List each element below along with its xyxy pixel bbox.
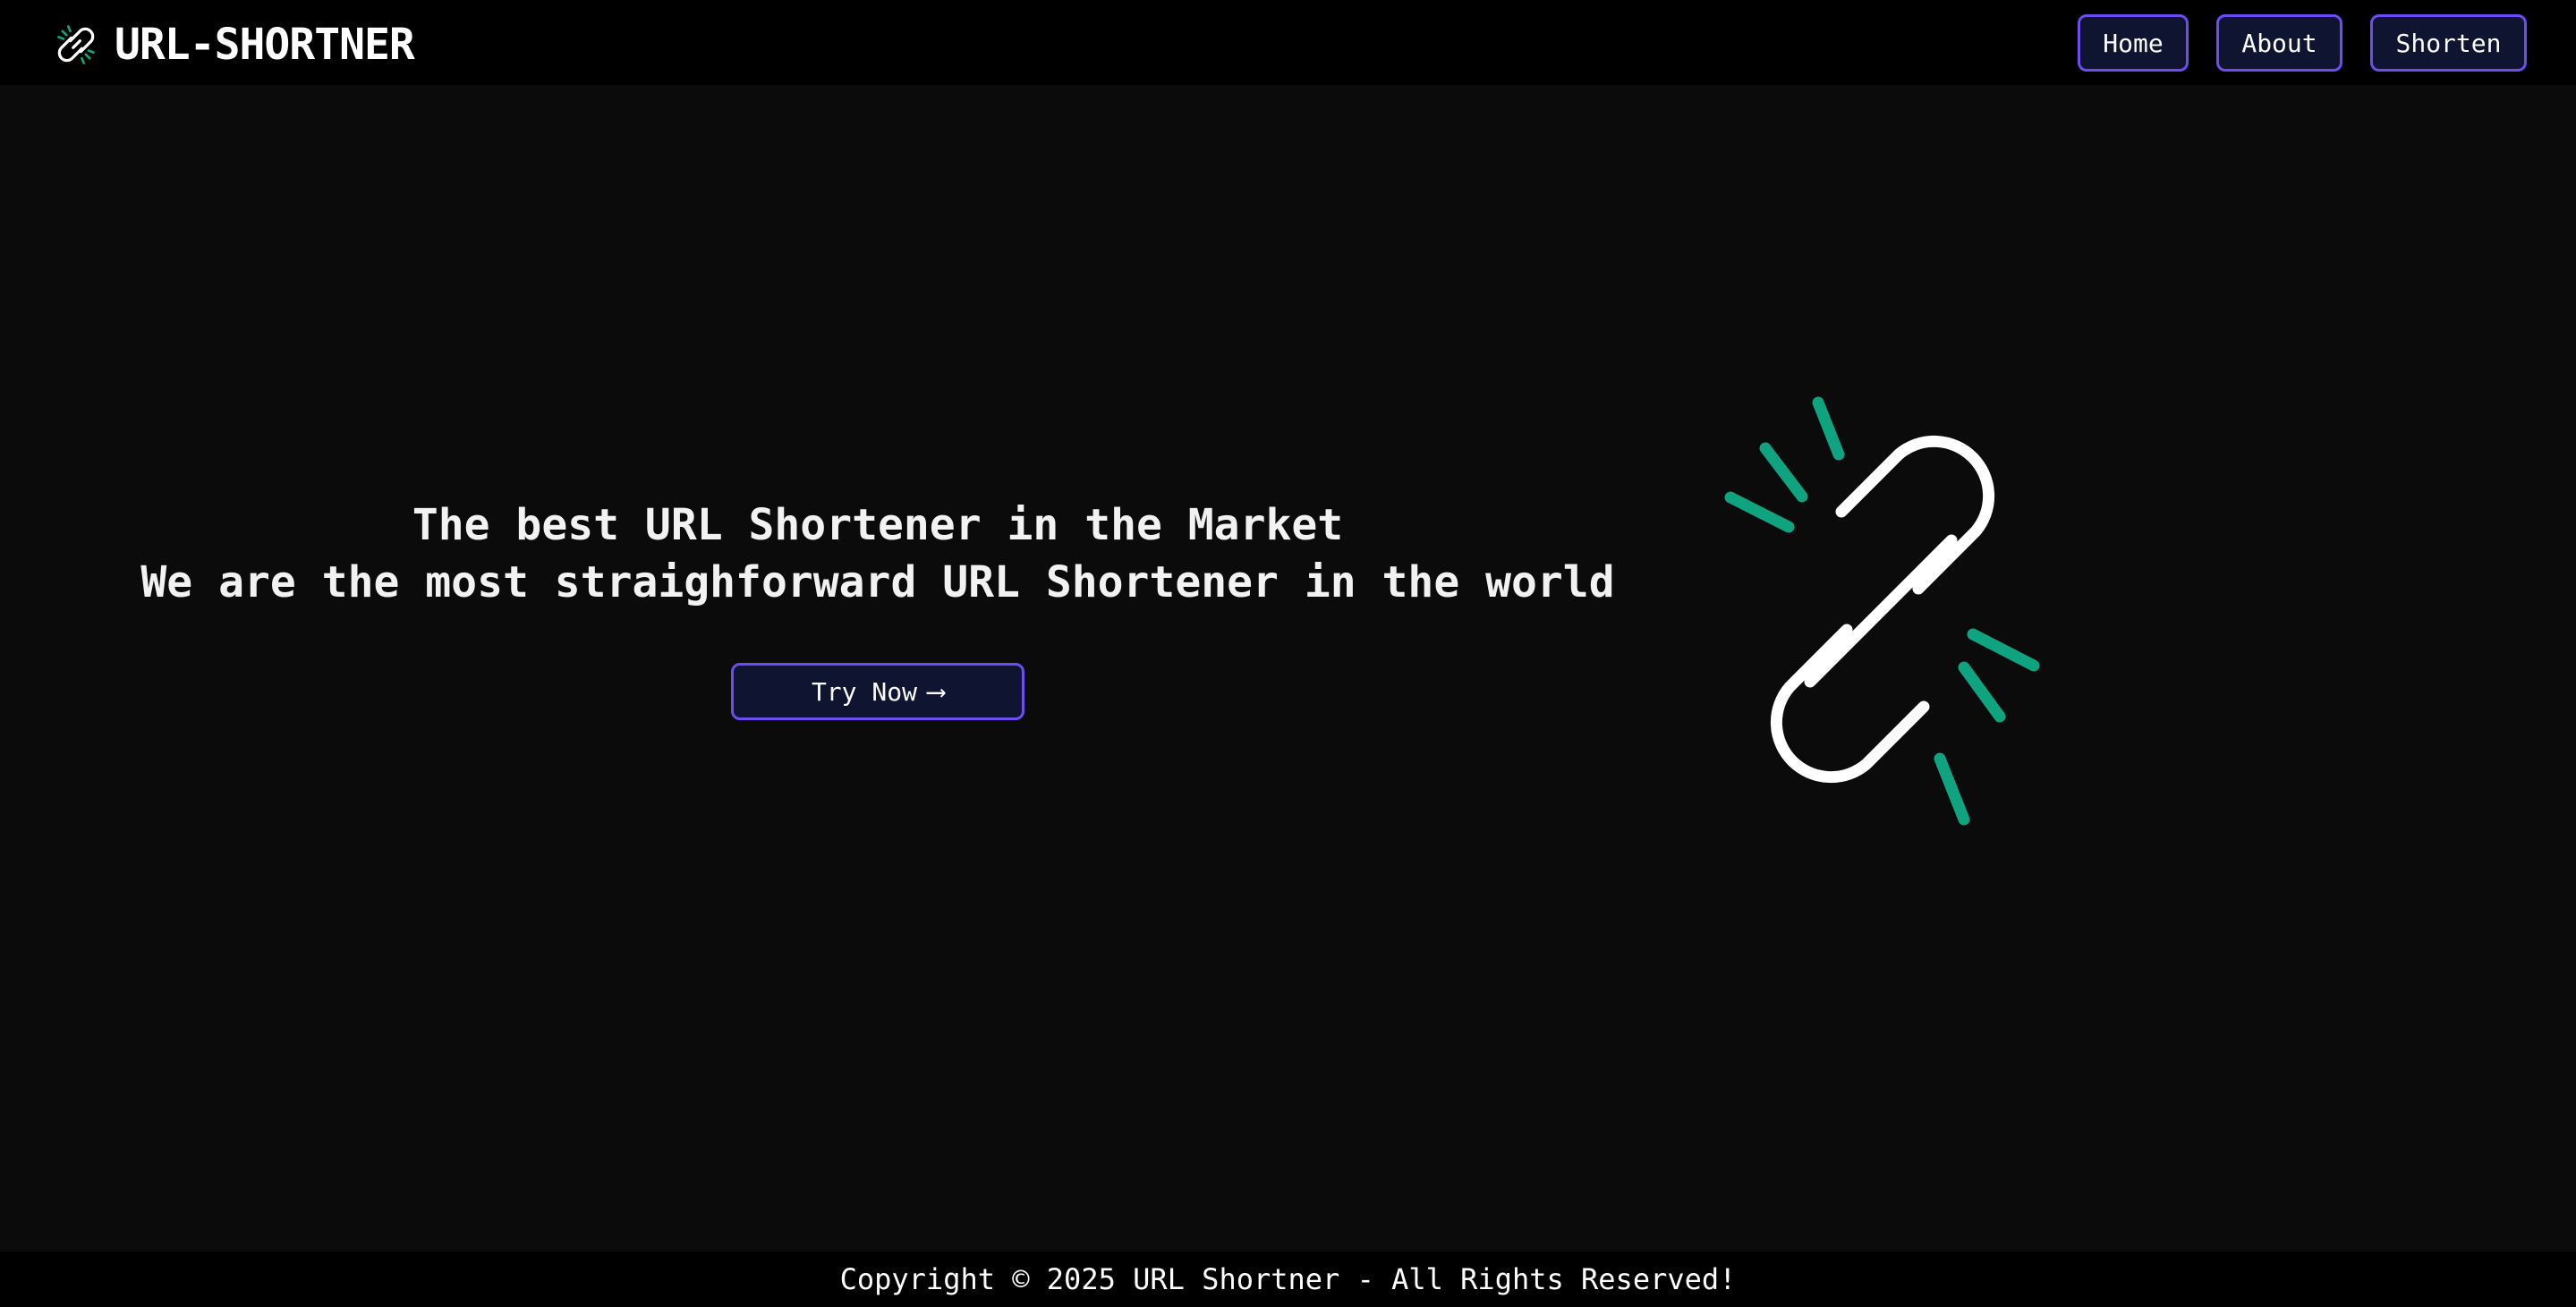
try-now-button[interactable]: Try Now ⟶ bbox=[731, 663, 1024, 720]
brand[interactable]: URL-SHORTNER bbox=[52, 20, 415, 70]
nav-home-button[interactable]: Home bbox=[2078, 14, 2189, 72]
arrow-right-icon: ⟶ bbox=[927, 675, 945, 708]
try-now-label: Try Now bbox=[811, 676, 917, 707]
brand-title: URL-SHORTNER bbox=[115, 20, 415, 70]
nav-shorten-button[interactable]: Shorten bbox=[2370, 14, 2527, 72]
hero-text: The best URL Shortener in the Market We … bbox=[134, 496, 1621, 611]
hero-subheadline: We are the most straighforward URL Short… bbox=[140, 557, 1615, 607]
broken-link-icon bbox=[57, 25, 95, 64]
navbar: URL-SHORTNER Home About Shorten bbox=[0, 0, 2576, 85]
footer-copyright: Copyright © 2025 URL Shortner - All Righ… bbox=[839, 1262, 1737, 1296]
hero-headline: The best URL Shortener in the Market bbox=[412, 500, 1344, 550]
nav-about-button[interactable]: About bbox=[2216, 14, 2342, 72]
broken-link-icon bbox=[1724, 396, 2040, 826]
footer: Copyright © 2025 URL Shortner - All Righ… bbox=[0, 1252, 2576, 1307]
